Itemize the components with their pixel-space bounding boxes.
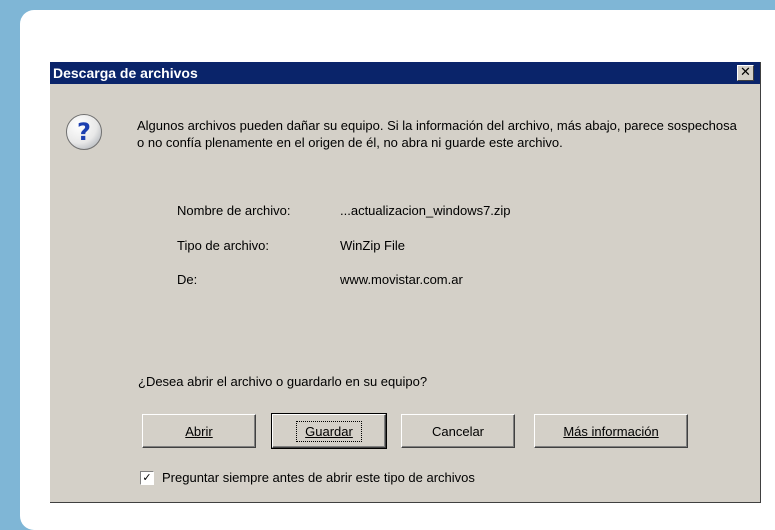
file-type-label: Tipo de archivo:: [177, 238, 270, 253]
file-download-dialog: Descarga de archivos ✕ ? Algunos archivo…: [49, 61, 760, 502]
file-name-value: ...actualizacion_windows7.zip: [340, 203, 511, 218]
cancel-button[interactable]: Cancelar: [401, 414, 515, 448]
dialog-title: Descarga de archivos: [53, 65, 198, 81]
more-info-button-label: Más información: [563, 423, 659, 439]
always-ask-label: Preguntar siempre antes de abrir este ti…: [162, 470, 475, 485]
checkmark-icon: ✓: [142, 470, 152, 484]
always-ask-checkbox[interactable]: ✓: [140, 470, 154, 485]
always-ask-option[interactable]: ✓ Preguntar siempre antes de abrir este …: [140, 470, 475, 485]
close-button[interactable]: ✕: [737, 65, 754, 81]
file-type-value: WinZip File: [340, 238, 406, 253]
from-value: www.movistar.com.ar: [340, 272, 463, 287]
more-info-button[interactable]: Más información: [534, 414, 688, 448]
open-or-save-question: ¿Desea abrir el archivo o guardarlo en s…: [138, 374, 428, 389]
from-label: De:: [177, 272, 198, 287]
save-button-label: Guardar: [305, 423, 353, 439]
file-name-label: Nombre de archivo:: [177, 203, 291, 218]
open-button-label: Abrir: [185, 423, 213, 439]
save-button-focus: Guardar: [296, 420, 362, 442]
cancel-button-label: Cancelar: [431, 423, 485, 439]
question-icon: ?: [66, 114, 102, 150]
warning-message: Algunos archivos pueden dañar su equipo.…: [137, 118, 737, 150]
close-icon: ✕: [740, 65, 751, 80]
titlebar: Descarga de archivos ✕: [50, 62, 760, 84]
open-button[interactable]: Abrir: [142, 414, 256, 448]
save-button[interactable]: Guardar: [271, 413, 387, 449]
